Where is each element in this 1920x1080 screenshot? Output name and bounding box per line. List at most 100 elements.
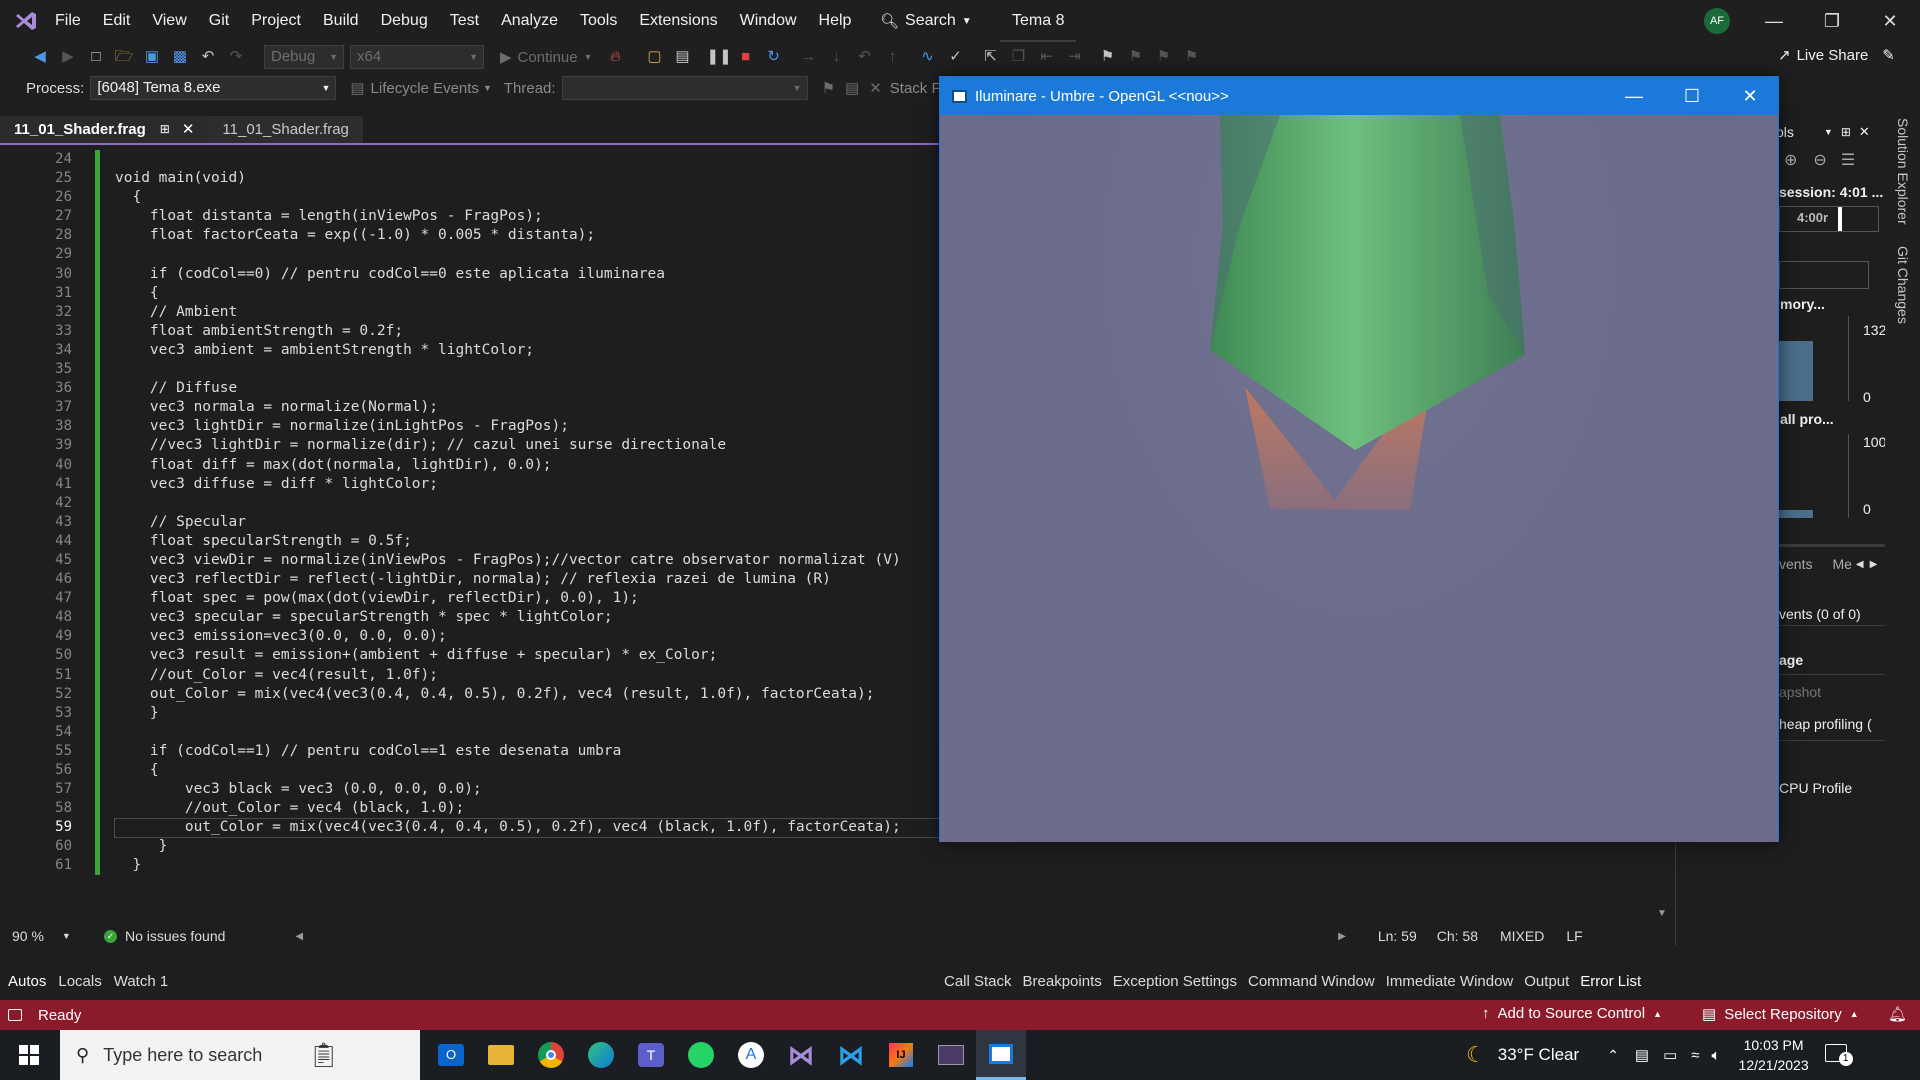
tab-breakpoints[interactable]: Breakpoints	[1023, 973, 1102, 990]
battery-icon[interactable]: ▭	[1663, 1046, 1677, 1064]
restart-icon[interactable]: ↻	[763, 46, 785, 68]
volume-muted-icon[interactable]: 🔈︎	[1712, 1047, 1721, 1064]
visual-studio-logo-icon[interactable]	[14, 10, 38, 32]
tab-call-stack[interactable]: Call Stack	[944, 973, 1012, 990]
copy-icon[interactable]: ❐	[1008, 46, 1030, 68]
chrome-icon[interactable]	[526, 1030, 576, 1080]
tab-immediate-window[interactable]: Immediate Window	[1386, 973, 1514, 990]
continue-button[interactable]: ▶ Continue ▼	[500, 48, 593, 67]
select-repository-button[interactable]: ▤ Select Repository ▲	[1702, 1005, 1859, 1024]
step-out-icon[interactable]: ↑	[882, 46, 904, 68]
edge-icon[interactable]	[576, 1030, 626, 1080]
next-bookmark-icon[interactable]: ⚑	[1153, 46, 1175, 68]
close-icon[interactable]: ✕	[182, 116, 195, 143]
tab-locals[interactable]: Locals	[58, 973, 101, 990]
platform-select[interactable]: x64 ▼	[350, 45, 484, 69]
lifecycle-events-button[interactable]: Lifecycle Events	[371, 80, 479, 97]
menu-project[interactable]: Project	[240, 0, 312, 42]
save-all-icon[interactable]: ▩	[169, 46, 191, 68]
zoom-in-icon[interactable]: ⊕	[1784, 150, 1797, 170]
configuration-select[interactable]: Debug ▼	[264, 45, 344, 69]
menu-debug[interactable]: Debug	[370, 0, 439, 42]
meet-icon[interactable]: ▤	[1635, 1046, 1649, 1064]
menu-git[interactable]: Git	[198, 0, 240, 42]
timeline-ruler[interactable]: 4:00r	[1779, 206, 1879, 232]
zoom-out-icon[interactable]: ⊖	[1813, 150, 1826, 170]
chart-icon[interactable]: ☰	[1841, 150, 1855, 170]
menu-file[interactable]: File	[44, 0, 92, 42]
wifi-icon[interactable]: ≈	[1691, 1047, 1699, 1064]
file-explorer-icon[interactable]	[476, 1030, 526, 1080]
pause-icon[interactable]: ❚❚	[707, 46, 732, 68]
teams-icon[interactable]: T	[626, 1030, 676, 1080]
folder-icon[interactable]: ▢	[644, 46, 666, 68]
tab-next-icon[interactable]: ▶	[1870, 559, 1878, 570]
gl-maximize-button[interactable]: ☐	[1663, 77, 1721, 115]
gl-minimize-button[interactable]: —	[1605, 77, 1663, 115]
avatar[interactable]: AF	[1704, 8, 1730, 34]
scroll-right-icon[interactable]: ▶	[1338, 931, 1346, 942]
whitespace-mode[interactable]: MIXED	[1500, 928, 1544, 944]
take-snapshot-button[interactable]: apshot	[1779, 684, 1821, 700]
scroll-left-icon[interactable]: ◀	[295, 931, 303, 942]
save-icon[interactable]: ▣	[141, 46, 163, 68]
tab-memory[interactable]: Me	[1832, 556, 1851, 572]
flag-icon[interactable]: ⚑	[822, 79, 835, 97]
code-line[interactable]: }	[115, 856, 1675, 875]
thread-select[interactable]: ▼	[561, 76, 808, 100]
notifications-button[interactable]: 1	[1824, 1043, 1853, 1067]
new-item-icon[interactable]: □	[85, 46, 107, 68]
menu-window[interactable]: Window	[729, 0, 808, 42]
menu-edit[interactable]: Edit	[92, 0, 142, 42]
live-share-button[interactable]: ↗ Live Share ✎	[1778, 46, 1895, 65]
menu-analyze[interactable]: Analyze	[490, 0, 569, 42]
stop-icon[interactable]: ■	[735, 46, 757, 68]
step-back-icon[interactable]: ↶	[854, 46, 876, 68]
diagnostics-icon[interactable]: ∿	[917, 46, 939, 68]
step-into-icon[interactable]: ↓	[826, 46, 848, 68]
scroll-down-icon[interactable]: ▼	[1657, 908, 1667, 919]
forward-icon[interactable]: ▶	[57, 46, 79, 68]
chevron-up-icon[interactable]: ⌃	[1607, 1047, 1619, 1064]
menu-extensions[interactable]: Extensions	[628, 0, 728, 42]
opengl-render-canvas[interactable]	[940, 115, 1778, 842]
visual-studio-icon[interactable]: ⋈	[776, 1030, 826, 1080]
close-icon[interactable]: ✕	[1859, 124, 1870, 140]
zoom-select[interactable]: 90 % ▼	[12, 928, 82, 944]
solution-explorer-tab[interactable]: Solution Explorer	[1895, 118, 1911, 225]
close-button[interactable]: ✕	[1861, 0, 1919, 42]
tab-command-window[interactable]: Command Window	[1248, 973, 1375, 990]
opengl-window[interactable]: Iluminare - Umbre - OpenGL <<nou>> — ☐ ✕	[939, 76, 1779, 842]
splitter[interactable]	[1776, 544, 1886, 547]
filter-icon[interactable]: ▤	[845, 79, 859, 97]
tab-events[interactable]: vents	[1779, 556, 1812, 572]
issues-indicator[interactable]: ✓ No issues found	[104, 928, 225, 944]
line-indicator[interactable]: Ln: 59	[1378, 928, 1417, 944]
tab-exception-settings[interactable]: Exception Settings	[1113, 973, 1237, 990]
windows-start-icon[interactable]	[0, 1030, 58, 1080]
pin-icon[interactable]: ⊞	[1841, 125, 1851, 139]
minimize-button[interactable]: —	[1745, 0, 1803, 42]
step-over-icon[interactable]: →	[798, 46, 820, 68]
menu-tools[interactable]: Tools	[569, 0, 628, 42]
taskbar-search-box[interactable]: ⚲ Type here to search 📋︎	[60, 1030, 420, 1080]
weather-text[interactable]: 33°F Clear	[1498, 1045, 1579, 1065]
undo-icon[interactable]: ↶	[197, 46, 219, 68]
tab-shader-frag-preview[interactable]: 11_01_Shader.frag	[208, 116, 363, 143]
prev-bookmark-icon[interactable]: ⚑	[1125, 46, 1147, 68]
app-store-icon[interactable]: A	[726, 1030, 776, 1080]
redo-icon[interactable]: ↷	[225, 46, 247, 68]
bookmark-icon[interactable]: ⚑	[1097, 46, 1119, 68]
clear-bookmarks-icon[interactable]: ⚑	[1181, 46, 1203, 68]
menu-view[interactable]: View	[141, 0, 197, 42]
process-select[interactable]: [6048] Tema 8.exe ▼	[90, 76, 337, 100]
line-ending[interactable]: LF	[1566, 928, 1582, 944]
opengl-title-bar[interactable]: Iluminare - Umbre - OpenGL <<nou>> — ☐ ✕	[940, 77, 1778, 115]
git-changes-tab[interactable]: Git Changes	[1895, 246, 1911, 324]
chevron-down-icon[interactable]: ▼	[1824, 127, 1833, 137]
column-indicator[interactable]: Ch: 58	[1437, 928, 1478, 944]
outdent-icon[interactable]: ⇥	[1064, 46, 1086, 68]
menu-help[interactable]: Help	[808, 0, 863, 42]
tab-autos[interactable]: Autos	[8, 973, 46, 990]
search-button[interactable]: 🔍︎ Search ▼	[880, 8, 972, 34]
